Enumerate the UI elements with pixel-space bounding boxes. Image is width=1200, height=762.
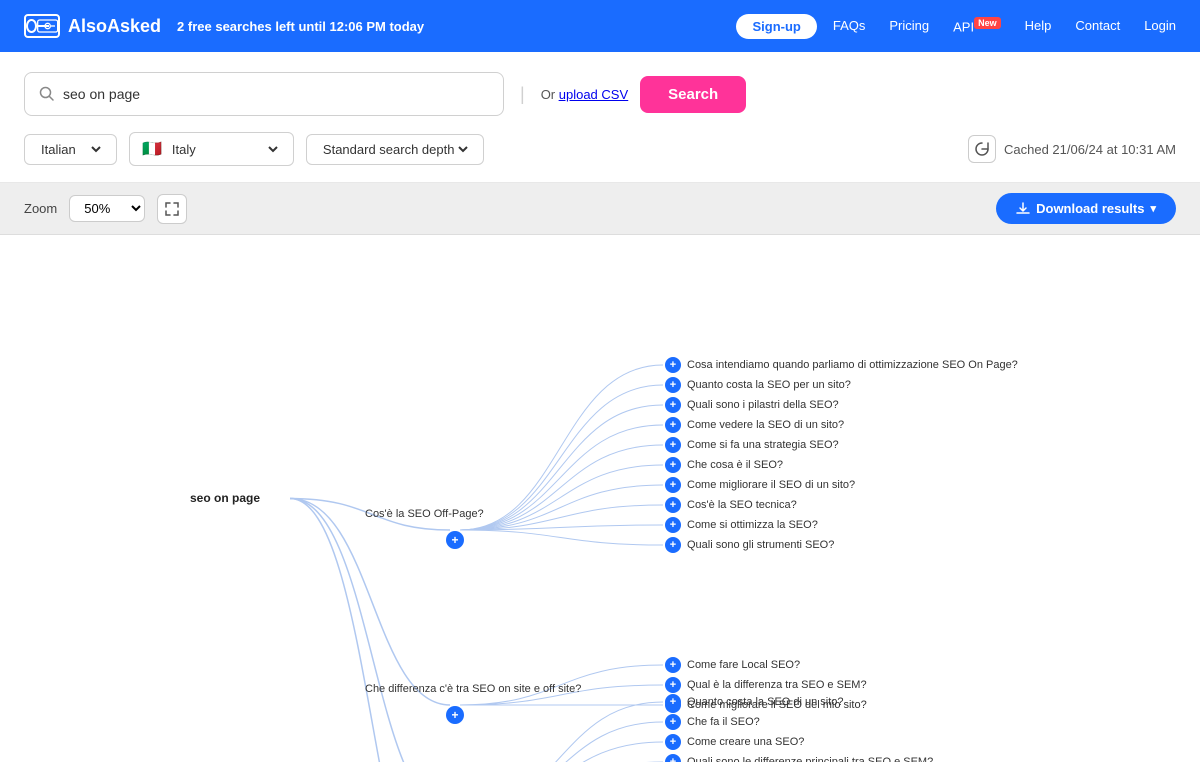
leaf-label: Che fa il SEO?	[687, 716, 760, 728]
leaf-label: Qual è la differenza tra SEO e SEM?	[687, 679, 867, 691]
free-searches-text: 2 free searches left until 12:06 PM toda…	[177, 19, 720, 34]
leaf-expand-button[interactable]: +	[665, 417, 681, 433]
mindmap-svg	[0, 235, 1200, 762]
leaf-label: Come fare Local SEO?	[687, 659, 800, 671]
leaf-expand-button[interactable]: +	[665, 517, 681, 533]
nav-faqs[interactable]: FAQs	[833, 18, 866, 33]
leaf-label: Quali sono gli strumenti SEO?	[687, 539, 834, 551]
search-icon	[39, 86, 55, 102]
leaf-expand-button[interactable]: +	[665, 377, 681, 393]
leaf-row: + Quali sono le differenze principali tra…	[665, 754, 933, 762]
search-input-wrapper	[24, 72, 504, 116]
flag-icon: 🇮🇹	[142, 139, 162, 159]
language-dropdown[interactable]: Italian English Spanish	[37, 141, 104, 158]
country-select[interactable]: 🇮🇹 Italy United Kingdom United States	[129, 132, 294, 166]
leaf-row: + Cos'è la SEO tecnica?	[665, 497, 797, 513]
branch-label: Cos'è la SEO Off-Page?	[365, 508, 484, 520]
leaf-expand-button[interactable]: +	[665, 754, 681, 762]
nav-contact[interactable]: Contact	[1075, 18, 1120, 33]
leaf-expand-button[interactable]: +	[665, 694, 681, 710]
upload-text: Or upload CSV	[541, 87, 628, 102]
logo-text: AlsoAsked	[68, 16, 161, 37]
zoom-select[interactable]: 25% 50% 75% 100%	[69, 195, 145, 222]
nav-api[interactable]: APINew	[953, 18, 1000, 34]
fullscreen-button[interactable]	[157, 194, 187, 224]
leaf-row: + Come creare una SEO?	[665, 734, 804, 750]
toolbar: Zoom 25% 50% 75% 100% Download results ▾	[0, 183, 1200, 235]
navbar: AlsoAsked 2 free searches left until 12:…	[0, 0, 1200, 52]
leaf-expand-button[interactable]: +	[665, 437, 681, 453]
leaf-row: + Come si ottimizza la SEO?	[665, 517, 818, 533]
leaf-expand-button[interactable]: +	[665, 657, 681, 673]
root-node: seo on page	[190, 491, 260, 505]
leaf-label: Che cosa è il SEO?	[687, 459, 783, 471]
download-button[interactable]: Download results ▾	[996, 193, 1176, 224]
leaf-expand-button[interactable]: +	[665, 477, 681, 493]
leaf-expand-button[interactable]: +	[665, 734, 681, 750]
leaf-row: + Che cosa è il SEO?	[665, 457, 783, 473]
branch-expand-button[interactable]: +	[446, 531, 464, 549]
leaf-label: Quanto costa la SEO per un sito?	[687, 379, 851, 391]
cache-info: Cached 21/06/24 at 10:31 AM	[968, 135, 1176, 163]
upload-csv-link[interactable]: upload CSV	[559, 87, 628, 102]
leaf-label: Come si fa una strategia SEO?	[687, 439, 839, 451]
leaf-label: Come si ottimizza la SEO?	[687, 519, 818, 531]
country-dropdown[interactable]: Italy United Kingdom United States	[168, 141, 281, 158]
nav-help[interactable]: Help	[1025, 18, 1052, 33]
nav-pricing[interactable]: Pricing	[889, 18, 929, 33]
leaf-row: + Come si fa una strategia SEO?	[665, 437, 839, 453]
leaf-expand-button[interactable]: +	[665, 357, 681, 373]
leaf-row: + Che fa il SEO?	[665, 714, 760, 730]
leaf-row: + Cosa intendiamo quando parliamo di otti…	[665, 357, 1018, 373]
leaf-expand-button[interactable]: +	[665, 677, 681, 693]
search-divider: |	[520, 84, 525, 105]
branch-label: Che differenza c'è tra SEO on site e off…	[365, 683, 581, 695]
leaf-expand-button[interactable]: +	[665, 457, 681, 473]
leaf-label: Quali sono i pilastri della SEO?	[687, 399, 839, 411]
language-select[interactable]: Italian English Spanish	[24, 134, 117, 165]
fullscreen-icon	[165, 202, 179, 216]
leaf-expand-button[interactable]: +	[665, 497, 681, 513]
cache-text: Cached 21/06/24 at 10:31 AM	[1004, 142, 1176, 157]
leaf-label: Cos'è la SEO tecnica?	[687, 499, 797, 511]
signup-button[interactable]: Sign-up	[736, 14, 816, 39]
leaf-row: + Qual è la differenza tra SEO e SEM?	[665, 677, 867, 693]
depth-select[interactable]: Standard search depth Deep search Shallo…	[306, 134, 484, 165]
leaf-label: Quanto costa la SEO di un sito?	[687, 696, 844, 708]
navbar-links: FAQs Pricing APINew Help Contact Login	[833, 18, 1176, 34]
leaf-label: Come vedere la SEO di un sito?	[687, 419, 844, 431]
leaf-expand-button[interactable]: +	[665, 397, 681, 413]
nav-login[interactable]: Login	[1144, 18, 1176, 33]
leaf-row: + Quali sono i pilastri della SEO?	[665, 397, 839, 413]
leaf-label: Come migliorare il SEO di un sito?	[687, 479, 855, 491]
leaf-row: + Quanto costa la SEO di un sito?	[665, 694, 844, 710]
cache-icon	[968, 135, 996, 163]
branch-expand-button[interactable]: +	[446, 706, 464, 724]
leaf-label: Come creare una SEO?	[687, 736, 804, 748]
zoom-label: Zoom	[24, 201, 57, 216]
logo: AlsoAsked	[24, 14, 161, 38]
search-bar-row: | Or upload CSV Search	[24, 72, 1176, 116]
filters-row: Italian English Spanish 🇮🇹 Italy United …	[24, 132, 1176, 166]
leaf-row: + Come fare Local SEO?	[665, 657, 800, 673]
leaf-label: Quali sono le differenze principali tra …	[687, 756, 933, 762]
download-label: Download results	[1036, 201, 1144, 216]
download-icon	[1016, 202, 1030, 216]
leaf-row: + Quanto costa la SEO per un sito?	[665, 377, 851, 393]
search-input[interactable]	[63, 86, 489, 102]
leaf-expand-button[interactable]: +	[665, 537, 681, 553]
leaf-label: Cosa intendiamo quando parliamo di ottim…	[687, 359, 1018, 371]
search-area: | Or upload CSV Search Italian English S…	[0, 52, 1200, 183]
mindmap-area: seo on pageCos'è la SEO Off-Page?++Cosa …	[0, 235, 1200, 762]
download-chevron-icon: ▾	[1150, 202, 1156, 215]
search-button[interactable]: Search	[640, 76, 746, 113]
leaf-expand-button[interactable]: +	[665, 714, 681, 730]
api-badge: New	[974, 17, 1001, 29]
leaf-row: + Quali sono gli strumenti SEO?	[665, 537, 834, 553]
leaf-row: + Come migliorare il SEO di un sito?	[665, 477, 855, 493]
depth-dropdown[interactable]: Standard search depth Deep search Shallo…	[319, 141, 471, 158]
leaf-row: + Come vedere la SEO di un sito?	[665, 417, 844, 433]
logo-icon	[24, 14, 60, 38]
